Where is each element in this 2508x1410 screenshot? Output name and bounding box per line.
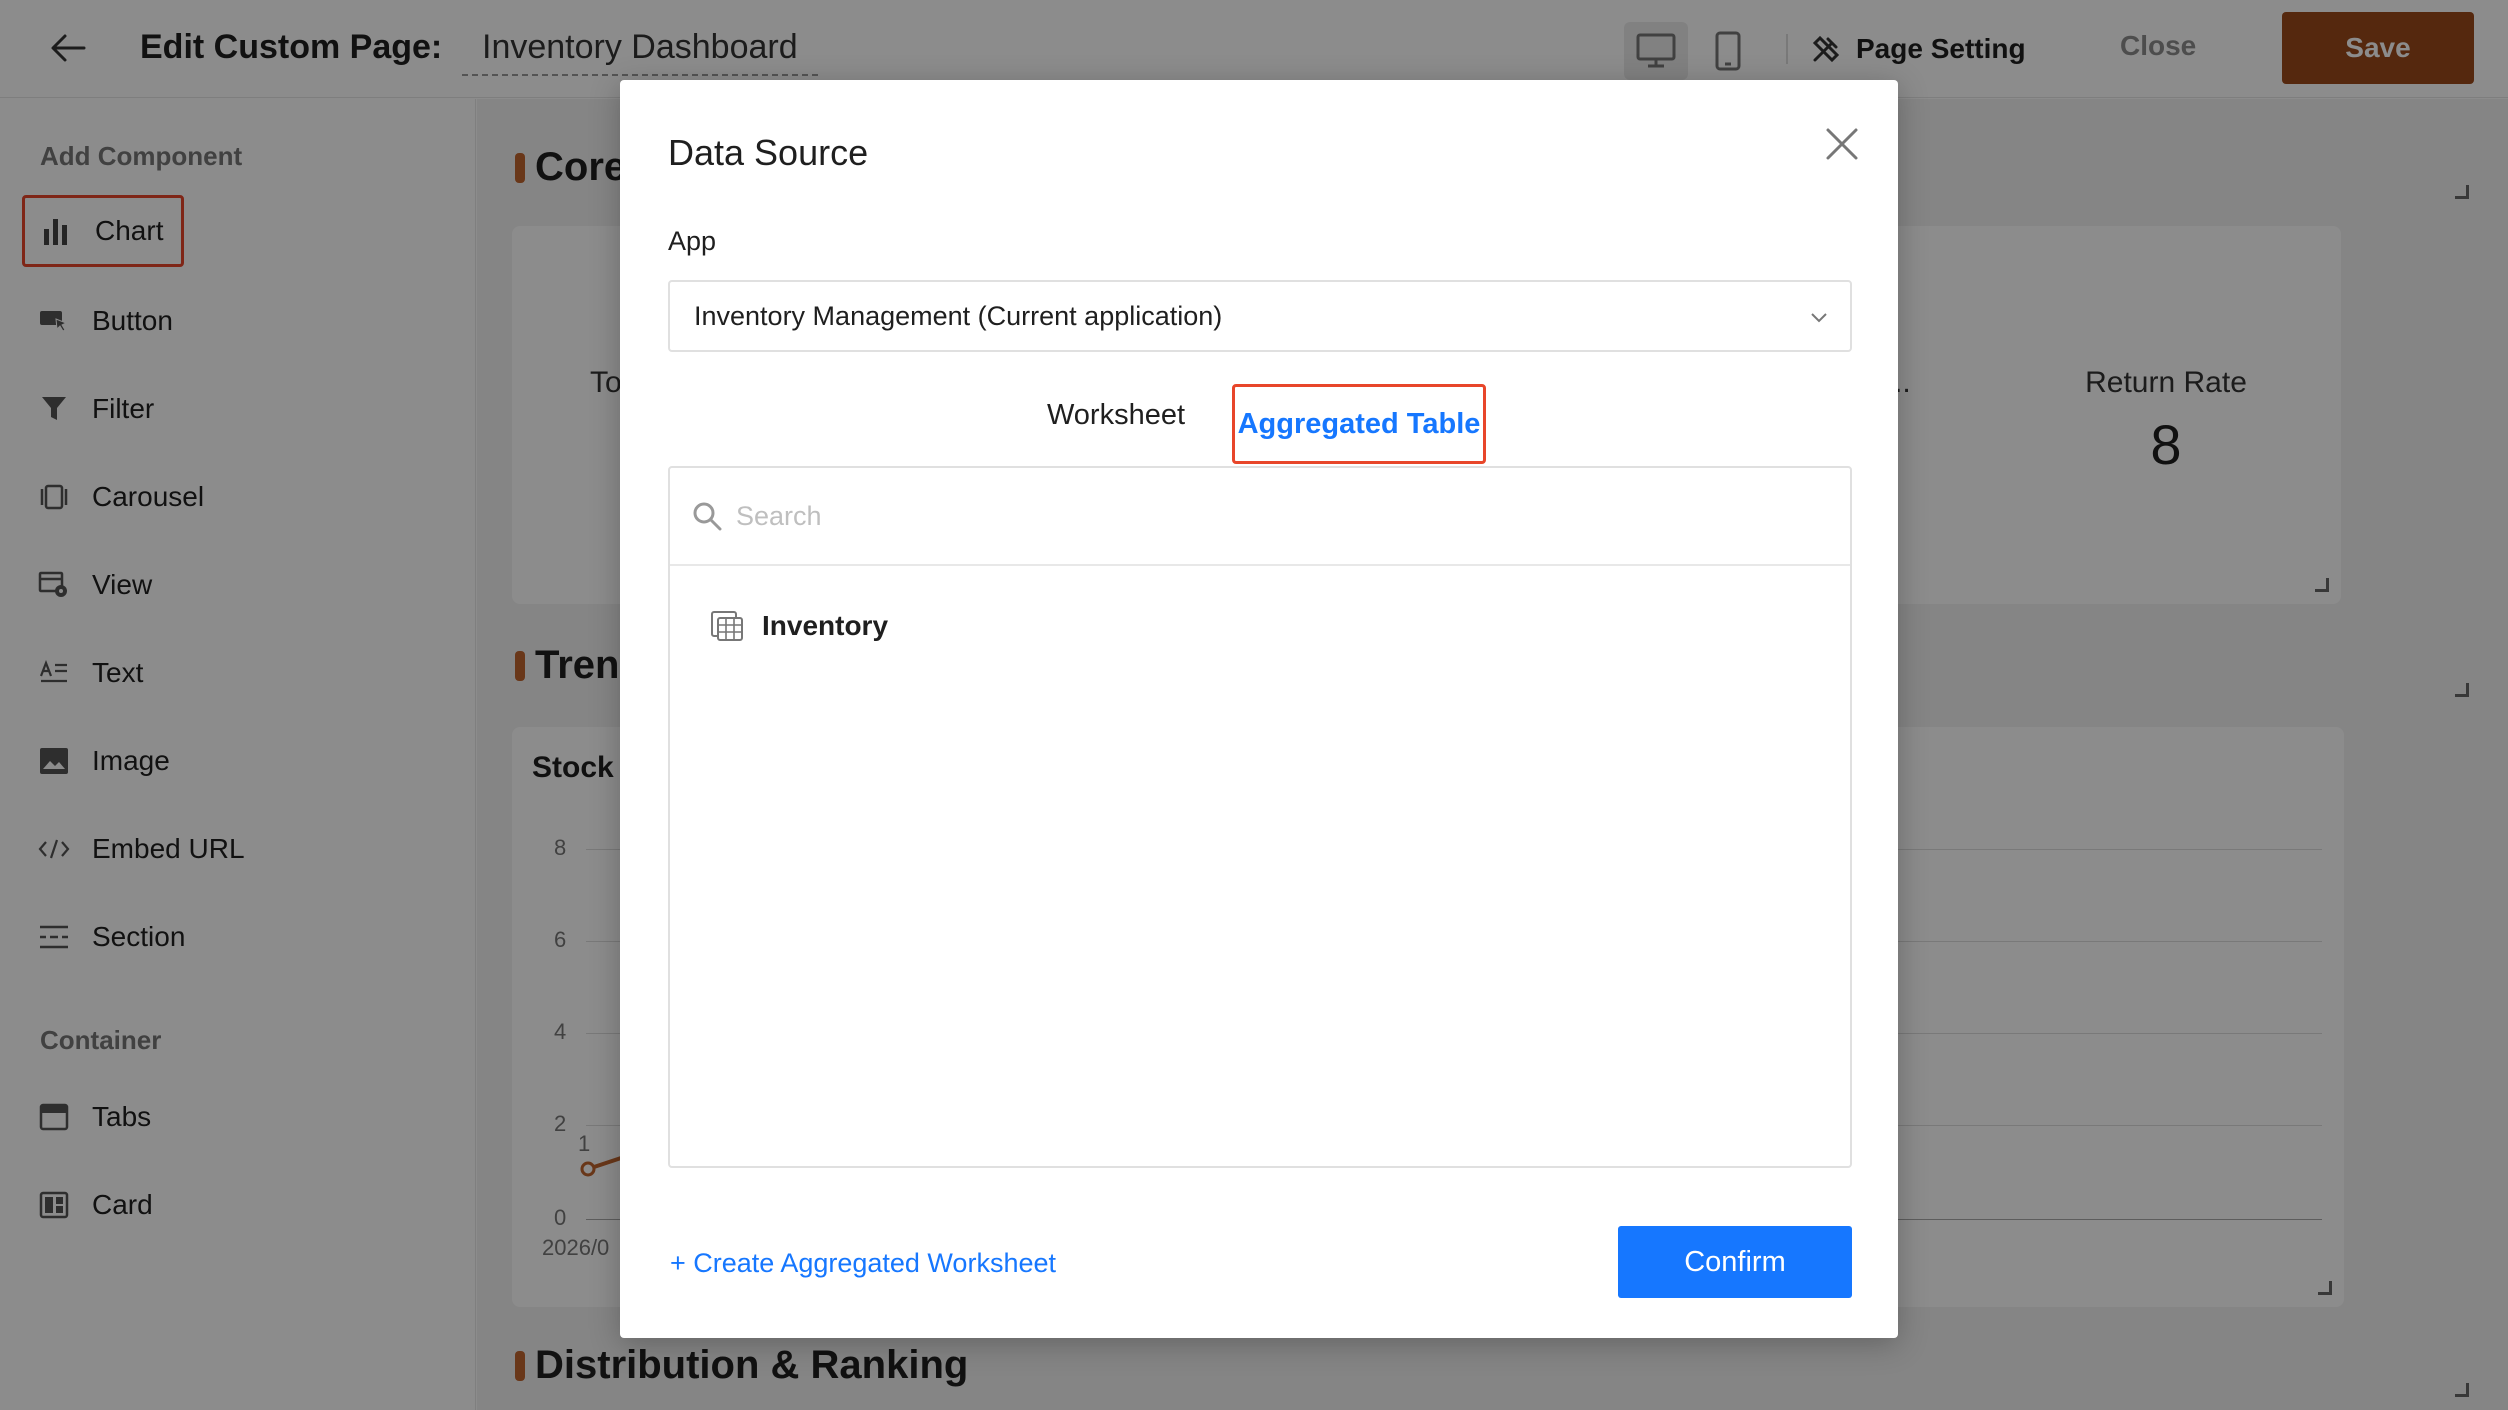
search-input[interactable] bbox=[736, 500, 1636, 532]
chevron-down-icon bbox=[1811, 313, 1827, 323]
dialog-title: Data Source bbox=[668, 132, 869, 173]
tab-aggregated-table[interactable]: Aggregated Table bbox=[1232, 384, 1486, 464]
search-icon bbox=[693, 502, 722, 531]
list-item-inventory[interactable]: Inventory bbox=[710, 598, 888, 654]
data-source-list: Inventory bbox=[668, 466, 1852, 1168]
table-icon bbox=[711, 611, 743, 641]
data-source-dialog: Data Source App Inventory Management (Cu… bbox=[620, 80, 1898, 1338]
app-select[interactable]: Inventory Management (Current applicatio… bbox=[668, 280, 1852, 352]
list-item-label: Inventory bbox=[762, 610, 889, 641]
tab-worksheet[interactable]: Worksheet bbox=[1016, 386, 1216, 444]
confirm-button[interactable]: Confirm bbox=[1618, 1226, 1852, 1298]
search-row bbox=[670, 468, 1850, 566]
close-icon[interactable] bbox=[1820, 122, 1864, 166]
create-aggregated-worksheet-link[interactable]: + Create Aggregated Worksheet bbox=[670, 1248, 1056, 1279]
app-label: App bbox=[668, 226, 717, 256]
app-select-value: Inventory Management (Current applicatio… bbox=[694, 300, 1223, 331]
